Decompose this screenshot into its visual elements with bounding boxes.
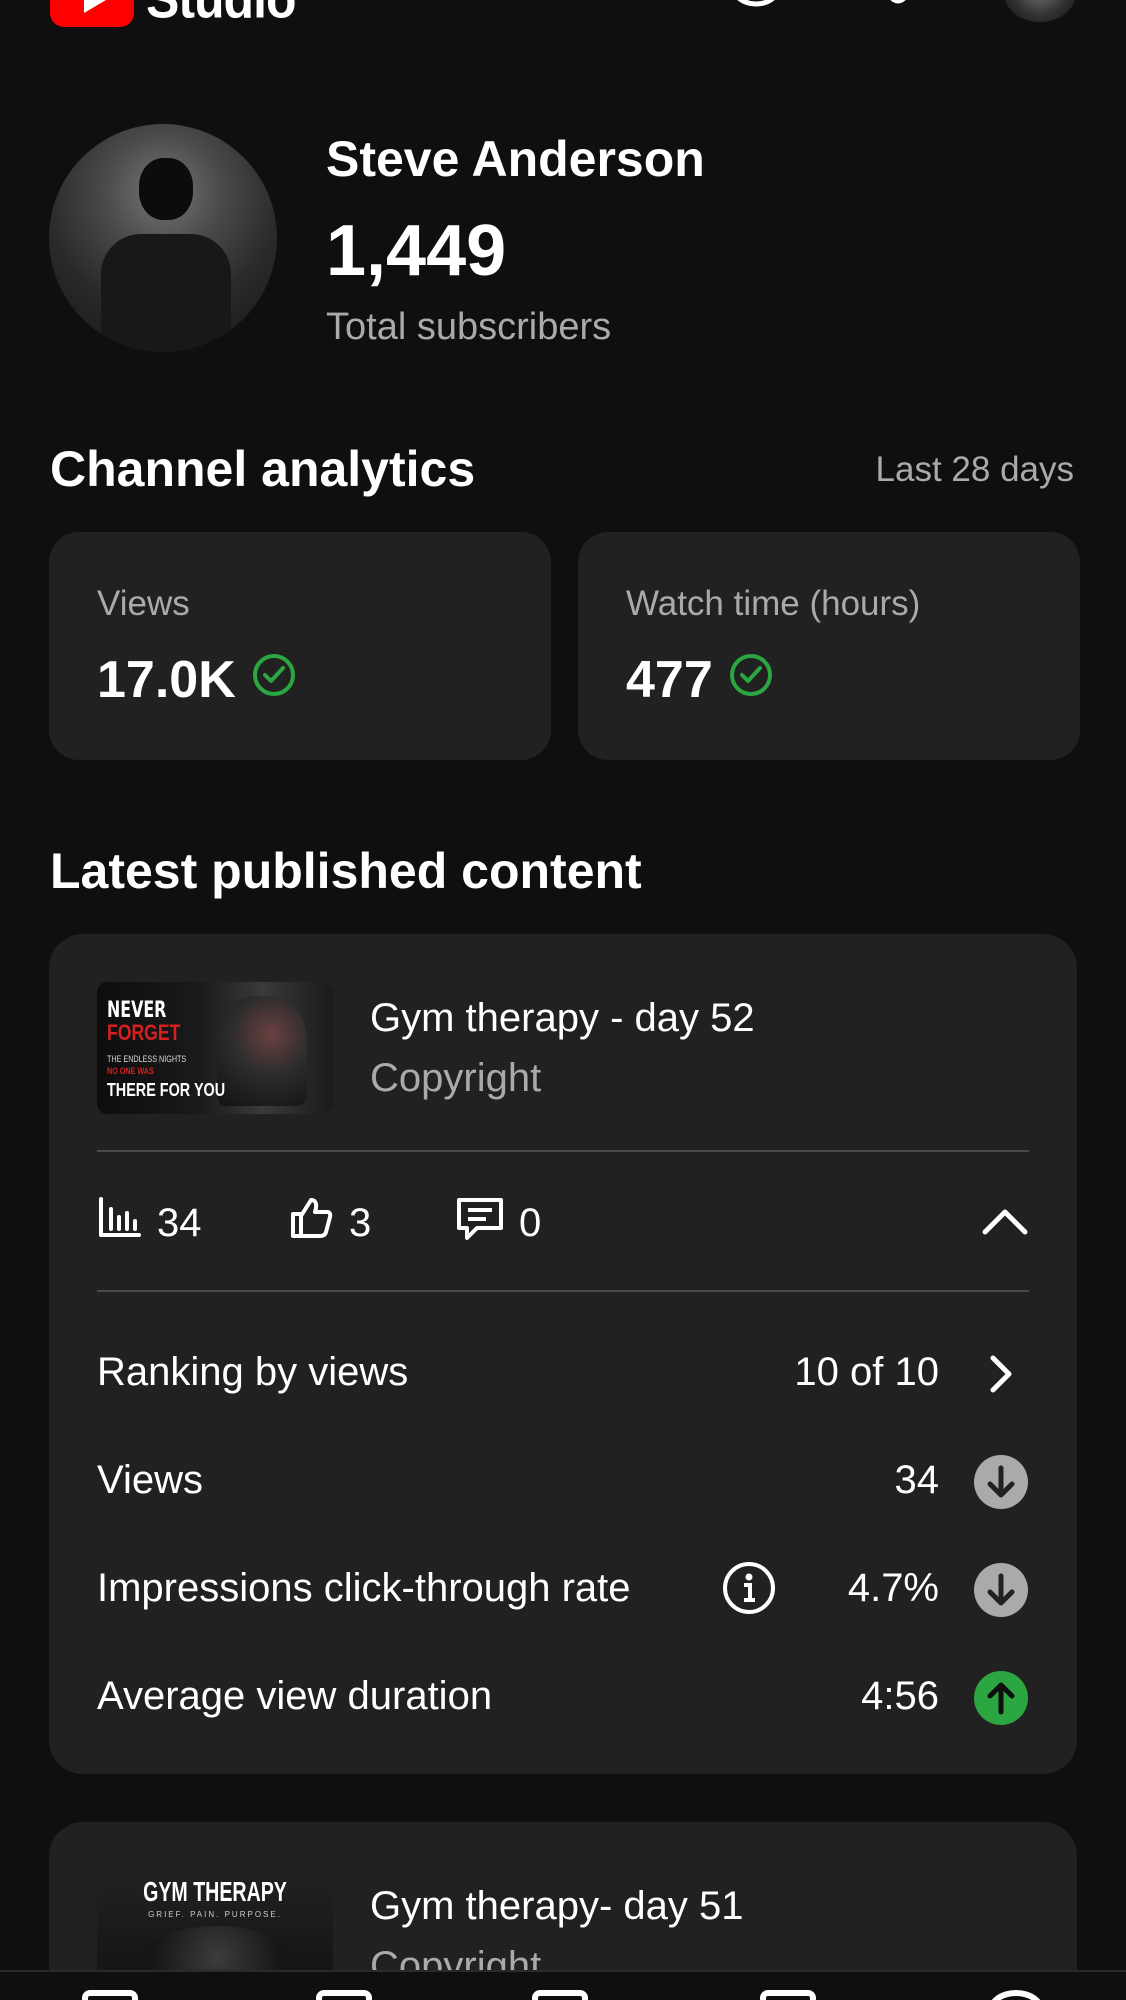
video-metrics-row: 34 3 0	[97, 1190, 1029, 1256]
detail-value: 4.7%	[847, 1566, 939, 1610]
channel-avatar	[49, 124, 277, 352]
check-circle-icon	[252, 650, 296, 710]
comments-nav-icon[interactable]	[760, 1990, 816, 2000]
bell-icon[interactable]	[868, 0, 928, 35]
divider	[97, 1290, 1029, 1292]
views-stat-card[interactable]: Views 17.0K	[49, 532, 551, 760]
stat-label: Watch time (hours)	[626, 584, 921, 623]
detail-value: 10 of 10	[794, 1350, 939, 1394]
arrow-down-icon	[973, 1454, 1029, 1520]
detail-label: Ranking by views	[97, 1350, 409, 1394]
app-name: Studio	[146, 0, 297, 31]
studio-dashboard: Studio Steve Anderson 1,449 Total subscr…	[0, 0, 1126, 2000]
video-status: Copyright	[370, 1056, 542, 1100]
avg-view-duration-row: Average view duration 4:56	[97, 1668, 1029, 1728]
detail-label: Views	[97, 1458, 203, 1502]
arrow-up-icon	[973, 1670, 1029, 1736]
thumbs-up-icon	[287, 1194, 335, 1252]
video-title[interactable]: Gym therapy- day 51	[370, 1884, 744, 1929]
bottom-navigation	[0, 1970, 1126, 2000]
comment-icon	[455, 1194, 505, 1252]
audio-nav-icon[interactable]	[988, 1990, 1044, 2000]
divider	[97, 1150, 1029, 1152]
check-circle-icon	[729, 650, 773, 710]
video-title[interactable]: Gym therapy - day 52	[370, 996, 755, 1041]
watch-time-stat-card[interactable]: Watch time (hours) 477	[578, 532, 1080, 760]
top-app-bar: Studio	[0, 0, 1126, 30]
ctr-row: Impressions click-through rate 4.7%	[97, 1560, 1029, 1620]
detail-value: 34	[894, 1458, 940, 1502]
arrow-down-icon	[973, 1562, 1029, 1628]
subscriber-count: 1,449	[326, 211, 507, 291]
date-range-label: Last 28 days	[875, 450, 1074, 489]
latest-video-card: NEVER FORGET THE ENDLESS NIGHTS NO ONE W…	[49, 934, 1077, 1774]
create-icon[interactable]	[720, 0, 792, 35]
detail-value: 4:56	[861, 1674, 939, 1718]
chevron-right-icon[interactable]	[973, 1346, 1029, 1412]
views-count: 34	[157, 1200, 202, 1245]
studio-logo[interactable]: Studio	[50, 0, 297, 31]
likes-count: 3	[349, 1200, 372, 1245]
dashboard-nav-icon[interactable]	[82, 1990, 138, 2000]
channel-name: Steve Anderson	[326, 131, 705, 187]
video-thumbnail[interactable]: NEVER FORGET THE ENDLESS NIGHTS NO ONE W…	[97, 982, 333, 1114]
account-avatar[interactable]	[1004, 0, 1076, 22]
stat-label: Views	[97, 584, 190, 623]
comments-count: 0	[519, 1200, 542, 1245]
content-nav-icon[interactable]	[316, 1990, 372, 2000]
ranking-row[interactable]: Ranking by views 10 of 10	[97, 1344, 1029, 1404]
youtube-logo-icon	[50, 0, 134, 27]
bar-chart-icon	[97, 1195, 143, 1251]
detail-label: Average view duration	[97, 1674, 493, 1718]
stat-value: 17.0K	[97, 650, 296, 710]
chevron-up-icon[interactable]	[981, 1202, 1029, 1247]
analytics-nav-icon[interactable]	[532, 1990, 588, 2000]
subscriber-label: Total subscribers	[326, 306, 612, 348]
stat-value: 477	[626, 650, 773, 710]
views-row: Views 34	[97, 1452, 1029, 1512]
views-metric: 34	[97, 1190, 202, 1256]
comments-metric: 0	[455, 1190, 541, 1256]
detail-label: Impressions click-through rate	[97, 1566, 631, 1610]
likes-metric: 3	[287, 1190, 371, 1256]
channel-analytics-title: Channel analytics	[50, 441, 476, 497]
info-icon[interactable]	[721, 1560, 777, 1626]
latest-content-title: Latest published content	[50, 843, 642, 899]
